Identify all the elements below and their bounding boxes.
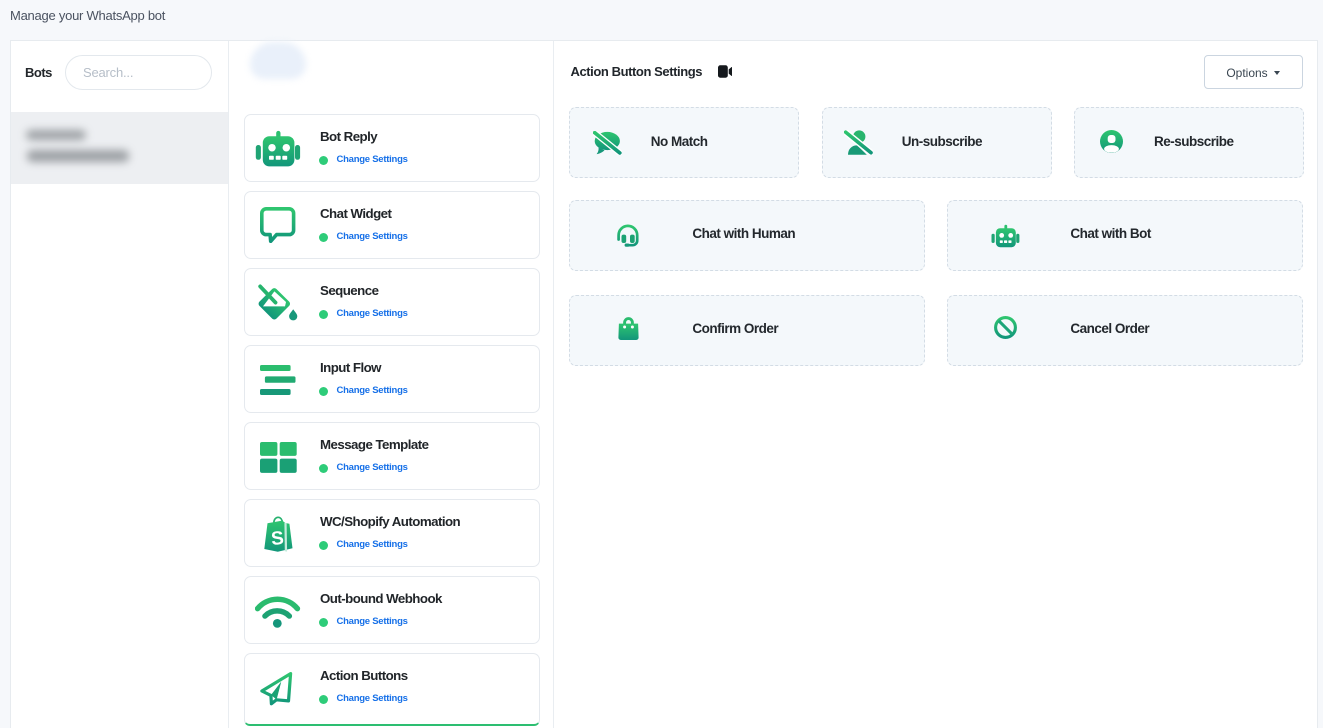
svg-text:S: S	[270, 528, 284, 550]
